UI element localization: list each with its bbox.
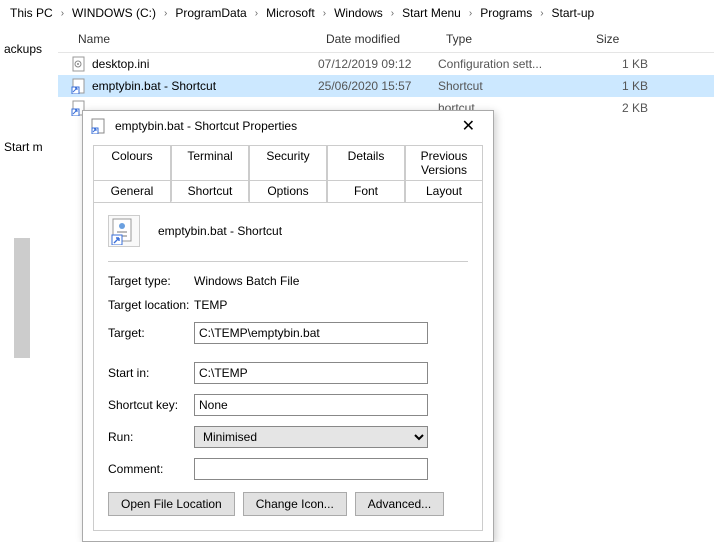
crumb-thispc[interactable]: This PC [6,4,57,22]
shortcut-file-icon [70,78,88,94]
file-size: 2 KB [588,101,658,115]
run-select[interactable]: Minimised [194,426,428,448]
change-icon-button[interactable]: Change Icon... [243,492,347,516]
dialog-title: emptybin.bat - Shortcut Properties [115,119,452,133]
tab-panel-shortcut: emptybin.bat - Shortcut Target type: Win… [93,202,483,531]
tab-details[interactable]: Details [327,145,405,181]
startin-label: Start in: [108,366,194,380]
target-location-value: TEMP [194,298,227,312]
config-file-icon [70,56,88,72]
target-location-label: Target location: [108,298,194,312]
file-size: 1 KB [588,57,658,71]
tab-font[interactable]: Font [327,180,405,202]
shortcut-name-label: emptybin.bat - Shortcut [158,224,282,238]
properties-dialog: emptybin.bat - Shortcut Properties ✕ Col… [82,110,494,542]
run-label: Run: [108,430,194,444]
crumb-windows[interactable]: Windows [330,4,387,22]
file-name: emptybin.bat - Shortcut [92,79,318,93]
comment-label: Comment: [108,462,194,476]
tab-terminal[interactable]: Terminal [171,145,249,181]
tab-general[interactable]: General [93,180,171,202]
shortcut-large-icon [108,215,140,247]
column-headers: Name Date modified Type Size [58,26,714,53]
col-type[interactable]: Type [438,26,588,52]
crumb-programdata[interactable]: ProgramData [171,4,250,22]
file-type: Configuration sett... [438,57,588,71]
file-modified: 07/12/2019 09:12 [318,57,438,71]
breadcrumb[interactable]: This PC› WINDOWS (C:)› ProgramData› Micr… [0,0,714,26]
file-row[interactable]: desktop.ini07/12/2019 09:12Configuration… [58,53,714,75]
chevron-right-icon: › [57,8,68,19]
tab-previous-versions[interactable]: Previous Versions [405,145,483,181]
chevron-right-icon: › [319,8,330,19]
crumb-programs[interactable]: Programs [476,4,536,22]
chevron-right-icon: › [536,8,547,19]
target-label: Target: [108,326,194,340]
dialog-titlebar[interactable]: emptybin.bat - Shortcut Properties ✕ [83,111,493,141]
sidebar-item[interactable]: Start m [0,138,58,156]
target-input[interactable] [194,322,428,344]
startin-input[interactable] [194,362,428,384]
chevron-right-icon: › [160,8,171,19]
col-modified[interactable]: Date modified [318,26,438,52]
scrollbar-thumb[interactable] [14,238,30,358]
sidebar-item[interactable]: ackups [0,40,58,58]
close-button[interactable]: ✕ [452,112,485,140]
chevron-right-icon: › [251,8,262,19]
chevron-right-icon: › [465,8,476,19]
advanced-button[interactable]: Advanced... [355,492,444,516]
target-type-value: Windows Batch File [194,274,299,288]
crumb-microsoft[interactable]: Microsoft [262,4,319,22]
crumb-startmenu[interactable]: Start Menu [398,4,465,22]
tab-strip: ColoursTerminalSecurityDetailsPrevious V… [93,145,483,202]
shortcut-file-icon [91,118,107,134]
file-modified: 25/06/2020 15:57 [318,79,438,93]
shortcut-key-input[interactable] [194,394,428,416]
file-row[interactable]: emptybin.bat - Shortcut25/06/2020 15:57S… [58,75,714,97]
tab-options[interactable]: Options [249,180,327,202]
file-name: desktop.ini [92,57,318,71]
shortcut-key-label: Shortcut key: [108,398,194,412]
target-type-label: Target type: [108,274,194,288]
tab-layout[interactable]: Layout [405,180,483,202]
tab-colours[interactable]: Colours [93,145,171,181]
col-name[interactable]: Name [58,26,318,52]
file-size: 1 KB [588,79,658,93]
col-size[interactable]: Size [588,26,668,52]
tab-security[interactable]: Security [249,145,327,181]
chevron-right-icon: › [387,8,398,19]
file-type: Shortcut [438,79,588,93]
open-file-location-button[interactable]: Open File Location [108,492,235,516]
tab-shortcut[interactable]: Shortcut [171,180,249,202]
crumb-startup[interactable]: Start-up [548,4,599,22]
comment-input[interactable] [194,458,428,480]
crumb-drive[interactable]: WINDOWS (C:) [68,4,160,22]
